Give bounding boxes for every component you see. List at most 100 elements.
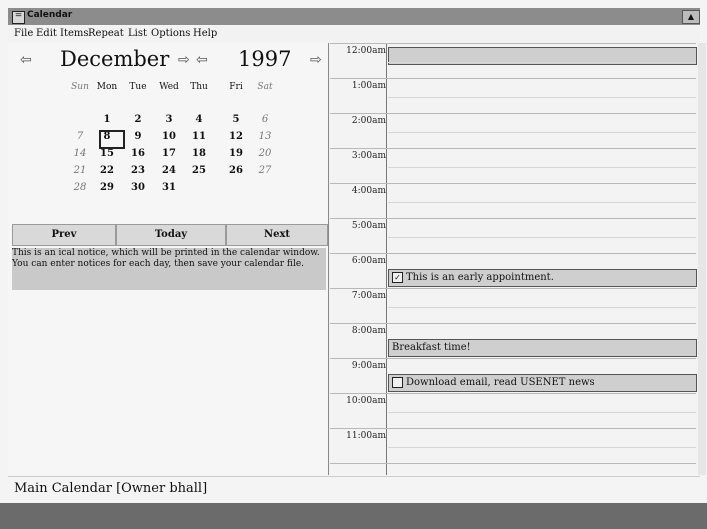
appointment-text: Download email, read USENET news bbox=[406, 377, 595, 388]
prev-year-arrow-icon[interactable]: ⇦ bbox=[196, 52, 208, 68]
calendar-day[interactable]: 22 bbox=[96, 165, 118, 176]
calendar-day[interactable]: 15 bbox=[96, 148, 118, 159]
hour-label: 5:00am bbox=[351, 221, 386, 231]
half-hour-divider bbox=[388, 167, 696, 168]
hour-divider bbox=[330, 43, 696, 44]
menu-options[interactable]: Options bbox=[151, 28, 190, 39]
hour-label: 8:00am bbox=[351, 326, 386, 336]
calendar-day[interactable]: 28 bbox=[69, 182, 91, 193]
maximize-button[interactable]: ▲ bbox=[682, 10, 700, 24]
weekday-header: Wed bbox=[159, 82, 179, 92]
hour-divider bbox=[330, 323, 696, 324]
weekday-header: Tue bbox=[129, 82, 147, 92]
hour-divider bbox=[330, 148, 696, 149]
calendar-day[interactable]: 14 bbox=[69, 148, 91, 159]
calendar-day[interactable]: 25 bbox=[188, 165, 210, 176]
menu-bar: File Edit Items Repeat List Options Help bbox=[8, 26, 700, 42]
schedule-scrollbar[interactable] bbox=[698, 43, 706, 475]
hour-label: 1:00am bbox=[351, 81, 386, 91]
weekday-header: Mon bbox=[96, 82, 118, 92]
appointment-text: This is an early appointment. bbox=[406, 272, 554, 283]
appointment[interactable]: Download email, read USENET news bbox=[388, 374, 697, 392]
schedule-divider bbox=[386, 43, 387, 475]
calendar-day[interactable]: 31 bbox=[158, 182, 180, 193]
hour-divider bbox=[330, 253, 696, 254]
weekday-header: Thu bbox=[190, 82, 208, 92]
prev-button[interactable]: Prev bbox=[12, 224, 116, 246]
menu-file[interactable]: File bbox=[14, 28, 33, 39]
calendar-day[interactable]: 30 bbox=[127, 182, 149, 193]
selected-day-marker bbox=[99, 130, 125, 149]
menu-items[interactable]: Items bbox=[60, 28, 89, 39]
half-hour-divider bbox=[388, 237, 696, 238]
hour-divider bbox=[330, 428, 696, 429]
calendar-day[interactable]: 21 bbox=[69, 165, 91, 176]
calendar-day[interactable]: 27 bbox=[254, 165, 276, 176]
menu-repeat[interactable]: Repeat bbox=[88, 28, 124, 39]
hour-label: 4:00am bbox=[351, 186, 386, 196]
half-hour-divider bbox=[388, 447, 696, 448]
half-hour-divider bbox=[388, 97, 696, 98]
half-hour-divider bbox=[388, 412, 696, 413]
next-button[interactable]: Next bbox=[226, 224, 328, 246]
menu-edit[interactable]: Edit bbox=[36, 28, 57, 39]
calendar-day[interactable]: 4 bbox=[188, 114, 210, 125]
appointment[interactable]: Breakfast time! bbox=[388, 339, 697, 357]
weekday-header: Fri bbox=[229, 82, 243, 92]
calendar-day[interactable]: 7 bbox=[69, 131, 91, 142]
weekday-header: Sat bbox=[257, 82, 273, 92]
next-month-arrow-icon[interactable]: ⇨ bbox=[178, 52, 190, 68]
half-hour-divider bbox=[388, 307, 696, 308]
hour-label: 2:00am bbox=[351, 116, 386, 126]
weekday-header: Sun bbox=[71, 82, 89, 92]
calendar-day[interactable]: 24 bbox=[158, 165, 180, 176]
checked-checkbox-icon[interactable]: ✓ bbox=[392, 272, 403, 283]
month-label: December bbox=[60, 47, 170, 71]
calendar-day[interactable]: 10 bbox=[158, 131, 180, 142]
calendar-day[interactable]: 20 bbox=[254, 148, 276, 159]
taskbar bbox=[0, 503, 707, 529]
window-title: Calendar bbox=[27, 10, 73, 20]
calendar-day[interactable]: 1 bbox=[96, 114, 118, 125]
appointment-text: Breakfast time! bbox=[392, 342, 471, 353]
menu-list[interactable]: List bbox=[128, 28, 147, 39]
hour-label: 7:00am bbox=[351, 291, 386, 301]
prev-month-arrow-icon[interactable]: ⇦ bbox=[20, 52, 32, 68]
hour-divider bbox=[330, 463, 696, 464]
calendar-day[interactable]: 6 bbox=[254, 114, 276, 125]
hour-divider bbox=[330, 358, 696, 359]
calendar-day[interactable]: 3 bbox=[158, 114, 180, 125]
checkbox-icon[interactable] bbox=[392, 377, 403, 388]
hour-divider bbox=[330, 393, 696, 394]
next-year-arrow-icon[interactable]: ⇨ bbox=[310, 52, 322, 68]
hour-label: 11:00am bbox=[346, 431, 386, 441]
year-label: 1997 bbox=[238, 47, 292, 71]
appointment[interactable]: ✓ This is an early appointment. bbox=[388, 269, 697, 287]
today-button[interactable]: Today bbox=[116, 224, 226, 246]
calendar-day[interactable]: 12 bbox=[225, 131, 247, 142]
calendar-day[interactable]: 5 bbox=[225, 114, 247, 125]
hour-label: 3:00am bbox=[351, 151, 386, 161]
hour-divider bbox=[330, 78, 696, 79]
calendar-day[interactable]: 19 bbox=[225, 148, 247, 159]
calendar-day[interactable]: 13 bbox=[254, 131, 276, 142]
hour-label: 10:00am bbox=[346, 396, 386, 406]
calendar-day[interactable]: 17 bbox=[158, 148, 180, 159]
hour-divider bbox=[330, 218, 696, 219]
calendar-day[interactable]: 18 bbox=[188, 148, 210, 159]
notice-text[interactable]: This is an ical notice, which will be pr… bbox=[12, 248, 326, 290]
calendar-day[interactable]: 2 bbox=[127, 114, 149, 125]
hour-divider bbox=[330, 113, 696, 114]
calendar-day[interactable]: 29 bbox=[96, 182, 118, 193]
hour-divider bbox=[330, 288, 696, 289]
system-menu-button[interactable]: = bbox=[12, 11, 25, 24]
hour-label: 12:00am bbox=[346, 46, 386, 56]
calendar-day[interactable]: 16 bbox=[127, 148, 149, 159]
menu-help[interactable]: Help bbox=[193, 28, 217, 39]
status-text: Main Calendar [Owner bhall] bbox=[14, 481, 208, 496]
hour-label: 9:00am bbox=[351, 361, 386, 371]
calendar-day[interactable]: 26 bbox=[225, 165, 247, 176]
calendar-day[interactable]: 9 bbox=[127, 131, 149, 142]
calendar-day[interactable]: 23 bbox=[127, 165, 149, 176]
calendar-day[interactable]: 11 bbox=[188, 131, 210, 142]
